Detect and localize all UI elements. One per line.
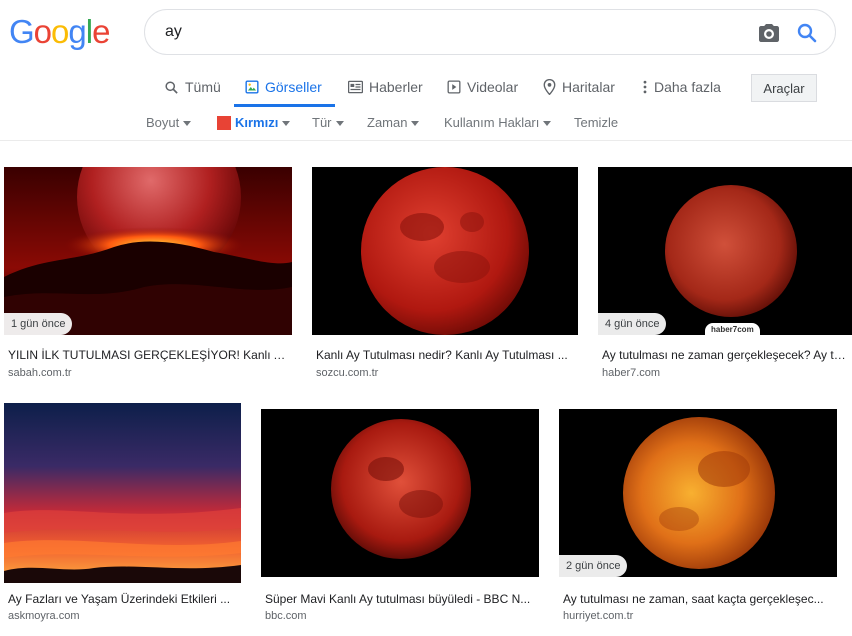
tab-news[interactable]: Haberler xyxy=(348,76,423,98)
result-thumbnail[interactable]: 1 gün önce xyxy=(4,167,292,335)
result-title[interactable]: Ay Fazları ve Yaşam Üzerindeki Etkileri … xyxy=(8,592,241,606)
filter-clear[interactable]: Temizle xyxy=(574,115,618,130)
image-result[interactable]: 1 gün önce YILIN İLK TUTULMASI GERÇEKLEŞ… xyxy=(4,167,292,385)
result-thumbnail[interactable] xyxy=(312,167,578,335)
newspaper-icon xyxy=(348,80,363,94)
filter-label: Tür xyxy=(312,115,332,130)
filter-label: Kırmızı xyxy=(235,115,279,130)
result-title[interactable]: Ay tutulması ne zaman, saat kaçta gerçek… xyxy=(563,592,837,606)
watermark-logo: haber7com xyxy=(705,323,760,335)
tab-label: Daha fazla xyxy=(654,79,721,95)
search-input[interactable] xyxy=(165,20,725,44)
time-badge: 1 gün önce xyxy=(4,313,73,335)
filter-label: Temizle xyxy=(574,115,619,130)
tab-label: Haberler xyxy=(369,79,423,95)
result-source[interactable]: haber7.com xyxy=(602,367,660,379)
filter-usage-rights[interactable]: Kullanım Hakları xyxy=(444,115,552,130)
caret-down-icon xyxy=(411,120,420,126)
header-divider xyxy=(0,140,852,141)
filter-label: Boyut xyxy=(146,115,180,130)
filter-label: Zaman xyxy=(367,115,408,130)
tab-label: Videolar xyxy=(467,79,519,95)
caret-down-icon xyxy=(183,120,192,126)
logo-letter: o xyxy=(51,13,69,50)
tab-more[interactable]: Daha fazla xyxy=(642,76,721,98)
result-thumbnail[interactable] xyxy=(261,409,539,577)
image-icon xyxy=(245,80,259,94)
filter-bar: Boyut Kırmızı Tür Zaman Kullanım Hakları… xyxy=(0,112,852,134)
image-result[interactable]: Süper Mavi Kanlı Ay tutulması büyüledi -… xyxy=(261,409,539,625)
result-source[interactable]: sozcu.com.tr xyxy=(316,367,378,379)
tab-label: Haritalar xyxy=(562,79,615,95)
more-vert-icon xyxy=(643,80,647,94)
tab-all[interactable]: Tümü xyxy=(164,76,221,98)
caret-down-icon xyxy=(282,120,291,126)
map-pin-icon xyxy=(543,79,556,95)
time-badge: 2 gün önce xyxy=(559,555,628,577)
result-source[interactable]: sabah.com.tr xyxy=(8,367,72,379)
caret-down-icon xyxy=(335,120,344,126)
filter-size[interactable]: Boyut xyxy=(146,115,192,130)
image-result[interactable]: 4 gün önce haber7com Ay tutulması ne zam… xyxy=(598,167,852,385)
tools-button[interactable]: Araçlar xyxy=(751,74,817,102)
play-icon xyxy=(447,80,461,94)
logo-letter: e xyxy=(92,13,110,50)
tab-label: Görseller xyxy=(265,79,322,95)
camera-icon[interactable] xyxy=(757,21,781,45)
tab-images[interactable]: Görseller xyxy=(245,76,322,98)
result-title[interactable]: Kanlı Ay Tutulması nedir? Kanlı Ay Tutul… xyxy=(316,348,578,362)
result-source[interactable]: bbc.com xyxy=(265,610,307,622)
search-icon[interactable] xyxy=(795,21,819,45)
tab-label: Tümü xyxy=(185,79,221,95)
tab-maps[interactable]: Haritalar xyxy=(543,76,615,98)
filter-time[interactable]: Zaman xyxy=(367,115,420,130)
logo-letter: G xyxy=(9,13,35,50)
search-icon xyxy=(165,80,178,94)
result-source[interactable]: hurriyet.com.tr xyxy=(563,610,633,622)
nav-tabs: Tümü Görseller Haberler Videolar Harital… xyxy=(0,66,852,108)
google-logo[interactable]: Google xyxy=(9,13,110,51)
caret-down-icon xyxy=(543,120,552,126)
result-source[interactable]: askmoyra.com xyxy=(8,610,80,622)
search-box xyxy=(144,9,836,55)
filter-label: Kullanım Hakları xyxy=(444,115,540,130)
logo-letter: g xyxy=(68,13,86,50)
color-swatch-icon xyxy=(217,115,231,130)
result-thumbnail[interactable] xyxy=(4,403,241,583)
result-thumbnail[interactable]: 2 gün önce xyxy=(559,409,837,577)
result-thumbnail[interactable]: 4 gün önce haber7com xyxy=(598,167,852,335)
result-title[interactable]: Süper Mavi Kanlı Ay tutulması büyüledi -… xyxy=(265,592,539,606)
time-badge: 4 gün önce xyxy=(598,313,667,335)
filter-type[interactable]: Tür xyxy=(312,115,344,130)
tab-videos[interactable]: Videolar xyxy=(447,76,518,98)
result-title[interactable]: YILIN İLK TUTULMASI GERÇEKLEŞİYOR! Kanlı… xyxy=(8,348,292,362)
image-result[interactable]: Kanlı Ay Tutulması nedir? Kanlı Ay Tutul… xyxy=(312,167,578,385)
filter-color[interactable]: Kırmızı xyxy=(217,115,291,130)
image-result[interactable]: Ay Fazları ve Yaşam Üzerindeki Etkileri … xyxy=(4,403,241,625)
result-title[interactable]: Ay tutulması ne zaman gerçekleşecek? Ay … xyxy=(602,348,852,362)
image-result[interactable]: 2 gün önce Ay tutulması ne zaman, saat k… xyxy=(559,409,837,625)
active-tab-indicator xyxy=(234,104,335,107)
logo-letter: o xyxy=(33,13,52,50)
